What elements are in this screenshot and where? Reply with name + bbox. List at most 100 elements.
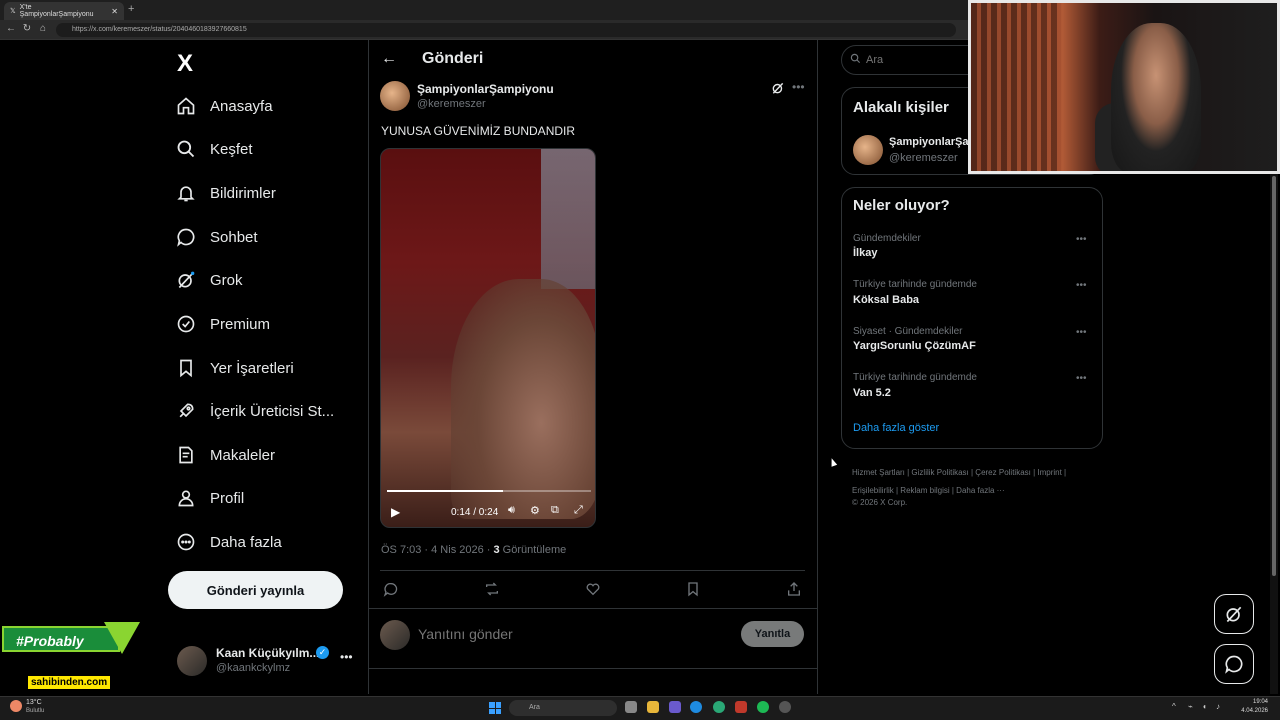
- volume-icon[interactable]: 🔊︎: [508, 504, 515, 517]
- nav-label: Anasayfa: [210, 97, 273, 115]
- trend-more-icon[interactable]: •••: [1076, 234, 1087, 245]
- video-progress-bar[interactable]: [387, 490, 591, 492]
- settings-gear-icon[interactable]: ⚙: [530, 504, 540, 517]
- reply-button[interactable]: Yanıtla: [741, 621, 804, 647]
- trend-more-icon[interactable]: •••: [1076, 373, 1087, 384]
- url-field[interactable]: https://x.com/keremeszer/status/20404601…: [56, 23, 956, 37]
- nav-profile[interactable]: Profil: [176, 483, 244, 513]
- nav-label: Makaleler: [210, 446, 276, 464]
- task-view-icon[interactable]: [625, 701, 637, 713]
- browser-reload-icon[interactable]: ↻: [20, 23, 34, 34]
- nav-premium[interactable]: Premium: [176, 309, 270, 339]
- nav-chat[interactable]: Sohbet: [176, 222, 258, 252]
- tray-chevron-icon[interactable]: ^: [1172, 702, 1176, 711]
- bell-icon: [177, 186, 195, 202]
- video-player[interactable]: ▶ 0:14 / 0:24 🔊︎ ⚙ ⧉ ⤢: [380, 148, 596, 528]
- clock-time[interactable]: 19:04: [1238, 699, 1268, 705]
- grok-fab[interactable]: [1214, 594, 1254, 634]
- divider: [369, 668, 817, 669]
- grok-explain-icon[interactable]: [771, 81, 785, 95]
- author-handle[interactable]: @keremeszer: [417, 98, 486, 110]
- video-time: 0:14 / 0:24: [451, 507, 499, 518]
- nav-label: Sohbet: [210, 228, 258, 246]
- post-meta: ÖS 7:03 · 4 Nis 2026 · 3 Görüntüleme: [381, 544, 566, 556]
- grok-icon: [178, 271, 195, 289]
- footer-links[interactable]: Hizmet Şartları | Gizlilik Politikası | …: [852, 464, 1092, 500]
- nav-home[interactable]: Anasayfa: [176, 91, 273, 121]
- weather-temp[interactable]: 13°C: [26, 699, 42, 706]
- file-explorer-icon[interactable]: [647, 701, 659, 713]
- nav-bookmarks[interactable]: Yer İşaretleri: [176, 353, 294, 383]
- verified-icon: ✓: [316, 646, 329, 659]
- scrollbar-thumb[interactable]: [1272, 176, 1276, 576]
- trend-item[interactable]: İlkay: [853, 247, 877, 259]
- account-avatar[interactable]: [177, 646, 207, 676]
- divider: [369, 608, 817, 609]
- trend-item[interactable]: Van 5.2: [853, 387, 891, 399]
- taskbar-search[interactable]: Ara: [509, 700, 617, 716]
- nav-notifications[interactable]: Bildirimler: [176, 178, 276, 208]
- account-more-icon[interactable]: •••: [340, 650, 353, 664]
- network-icon[interactable]: ⌁: [1188, 702, 1193, 711]
- relevant-avatar[interactable]: [853, 135, 883, 165]
- trends-card: [841, 187, 1103, 449]
- show-more-link[interactable]: Daha fazla göster: [853, 422, 939, 434]
- fullscreen-icon[interactable]: ⤢: [574, 504, 583, 517]
- relevant-people-title: Alakalı kişiler: [853, 99, 949, 116]
- relevant-handle[interactable]: @keremeszer: [889, 152, 958, 164]
- edge-icon[interactable]: [690, 701, 702, 713]
- trend-item[interactable]: Köksal Baba: [853, 294, 919, 306]
- chrome-icon[interactable]: [713, 701, 725, 713]
- premium-icon: [177, 315, 195, 333]
- nav-creator-studio[interactable]: İçerik Üreticisi St...: [176, 396, 334, 426]
- nav-label: Profil: [210, 489, 245, 507]
- app-icon[interactable]: [735, 701, 747, 713]
- webcam-streamer: [1111, 23, 1201, 171]
- messages-fab[interactable]: [1214, 644, 1254, 684]
- trend-more-icon[interactable]: •••: [1076, 327, 1087, 338]
- app-icon[interactable]: [779, 701, 791, 713]
- author-avatar[interactable]: [380, 81, 410, 111]
- close-tab-icon[interactable]: ✕: [111, 7, 118, 16]
- windows-start-icon[interactable]: [489, 702, 501, 714]
- browser-back-icon[interactable]: ←: [4, 23, 18, 34]
- trend-category: Türkiye tarihinde gündemde: [853, 372, 977, 383]
- account-name[interactable]: Kaan Küçükyılm...: [216, 646, 319, 660]
- pip-icon[interactable]: ⧉: [551, 504, 559, 517]
- new-tab-button[interactable]: +: [128, 3, 134, 15]
- video-frame-face: [451, 279, 595, 519]
- nav-label: Keşfet: [210, 140, 253, 158]
- share-icon[interactable]: [786, 581, 802, 597]
- bookmark-icon[interactable]: [685, 581, 701, 597]
- author-name[interactable]: ŞampiyonlarŞampiyonu: [417, 82, 554, 96]
- trend-category: Siyaset · Gündemdekiler: [853, 326, 963, 337]
- browser-tab[interactable]: 𝕏 X'te ŞampiyonlarŞampiyonu ✕: [4, 2, 124, 20]
- spotify-icon[interactable]: [757, 701, 769, 713]
- weather-icon[interactable]: [10, 700, 22, 712]
- reply-icon[interactable]: [383, 581, 399, 597]
- browser-home-icon[interactable]: ⌂: [36, 23, 50, 34]
- nav-grok[interactable]: Grok: [176, 265, 243, 295]
- nav-explore[interactable]: Keşfet: [176, 134, 253, 164]
- trend-item[interactable]: YargıSorunlu ÇözümAF: [853, 340, 976, 352]
- repost-icon[interactable]: [484, 581, 500, 597]
- play-icon[interactable]: ▶: [391, 505, 400, 519]
- clock-date[interactable]: 4.04.2026: [1238, 708, 1268, 714]
- nav-label: İçerik Üreticisi St...: [210, 402, 335, 420]
- trend-more-icon[interactable]: •••: [1076, 280, 1087, 291]
- webcam-background: [971, 3, 1061, 171]
- speaker-icon[interactable]: ♪: [1216, 702, 1220, 711]
- like-icon[interactable]: [585, 581, 601, 597]
- app-icon[interactable]: [669, 701, 681, 713]
- nav-more[interactable]: Daha fazla: [176, 527, 282, 557]
- x-logo[interactable]: X: [177, 50, 193, 78]
- volume-tray-icon[interactable]: ◖: [1202, 702, 1207, 711]
- reply-input[interactable]: [418, 626, 718, 642]
- webcam-overlay: [968, 0, 1280, 174]
- post-more-icon[interactable]: •••: [792, 80, 805, 94]
- post-timestamp[interactable]: ÖS 7:03 · 4 Nis 2026 ·: [381, 544, 494, 556]
- post-button[interactable]: Gönderi yayınla: [168, 571, 343, 609]
- back-arrow-icon[interactable]: ←: [381, 50, 397, 68]
- nav-articles[interactable]: Makaleler: [176, 440, 275, 470]
- relevant-name[interactable]: ŞampiyonlarŞa: [889, 136, 969, 148]
